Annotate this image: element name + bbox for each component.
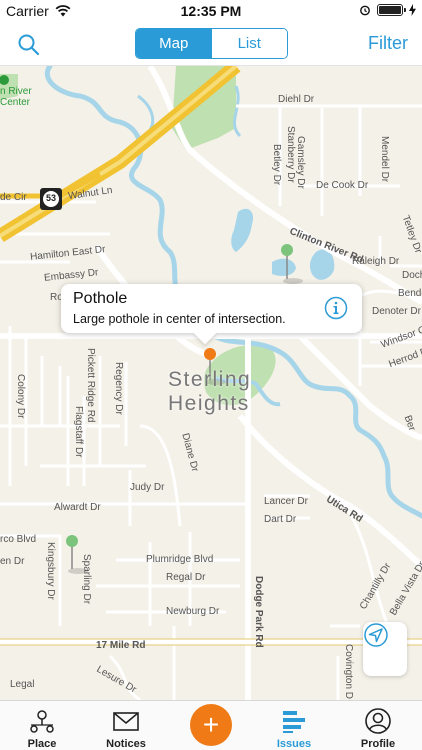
street-label: de Cir <box>0 192 27 203</box>
tab-label: Place <box>27 738 57 750</box>
alarm-icon <box>360 5 370 16</box>
street-label: Denoter Dr <box>372 306 421 317</box>
street-label: Gamsley Dr <box>295 136 306 189</box>
street-label: Lancer Dr <box>264 496 308 507</box>
callout-description: Large pothole in center of intersection. <box>73 312 286 326</box>
plus-icon: + <box>202 709 220 740</box>
location-arrow-icon <box>364 623 388 647</box>
lake <box>272 258 296 276</box>
lake <box>231 208 254 252</box>
lake <box>309 249 335 280</box>
street-label: Regency Dr <box>113 362 124 415</box>
tab-place[interactable]: Place <box>0 701 84 750</box>
search-button[interactable] <box>16 32 42 58</box>
street-label: Stanberry Dr <box>285 126 296 183</box>
issue-callout[interactable]: Pothole Large pothole in center of inter… <box>61 284 362 333</box>
street-label: Alwardt Dr <box>54 502 101 513</box>
locate-me-button[interactable] <box>363 622 407 676</box>
profile-icon <box>365 708 391 734</box>
issues-icon <box>283 711 305 733</box>
street-label: Diehl Dr <box>278 94 315 105</box>
street-label: Plumridge Blvd <box>146 554 214 565</box>
highway <box>0 66 241 242</box>
city-label: Sterling Heights <box>168 368 251 416</box>
view-segmented-control: Map List <box>135 28 288 59</box>
street-label: Pickett Ridge Rd <box>85 348 96 423</box>
street-label: Newburg Dr <box>166 606 220 617</box>
place-icon <box>30 710 54 733</box>
tab-map[interactable]: Map <box>136 29 212 58</box>
tab-notices[interactable]: Notices <box>84 701 168 750</box>
poi-label-line1: n River <box>0 86 32 97</box>
street-label: Regal Dr <box>166 572 206 583</box>
street-label: Mendel Dr <box>379 136 390 183</box>
legal-link[interactable]: Legal <box>10 679 34 690</box>
add-issue-button[interactable]: + <box>190 704 232 746</box>
city-label-line2: Heights <box>168 392 250 415</box>
filter-button[interactable]: Filter <box>368 33 408 54</box>
map-view[interactable]: n River Center 53 Sterling Heights Diehl… <box>0 66 422 700</box>
street-label: Dodge Park Rd <box>253 576 264 648</box>
street-label: Judy Dr <box>130 482 165 493</box>
street-label: en Dr <box>0 556 25 567</box>
street-label: Colony Dr <box>15 374 26 419</box>
street-label: 17 Mile Rd <box>96 640 146 651</box>
tab-issues[interactable]: Issues <box>252 701 336 750</box>
tab-label: Profile <box>360 738 396 750</box>
street-label: Kingsbury Dr <box>45 542 56 600</box>
tab-label: Notices <box>106 738 146 750</box>
poi-label-line2: Center <box>0 97 31 108</box>
callout-title: Pothole <box>73 290 128 307</box>
info-icon <box>324 296 348 320</box>
street-label: Betley Dr <box>271 144 282 186</box>
city-label-line1: Sterling <box>168 368 252 391</box>
tab-label: Issues <box>276 738 312 750</box>
route-shield-number: 53 <box>45 193 56 203</box>
street-label: Raleigh Dr <box>352 256 400 267</box>
battery-icon <box>377 4 406 16</box>
search-icon <box>18 34 40 56</box>
status-right <box>359 4 416 16</box>
street-label: Doch <box>402 270 422 281</box>
envelope-icon <box>113 712 139 731</box>
street-label: De Cook Dr <box>316 180 369 191</box>
poi-label: n River Center <box>0 86 32 108</box>
tab-profile[interactable]: Profile <box>336 701 420 750</box>
tab-list[interactable]: List <box>211 29 287 58</box>
street-label: Flagstaff Dr <box>73 406 84 458</box>
status-bar: Carrier 12:35 PM <box>0 0 422 22</box>
street-label: Dart Dr <box>264 514 297 525</box>
street-label: Sparling Dr <box>81 554 92 605</box>
street-label: Bende <box>398 288 422 299</box>
charging-icon <box>409 4 416 16</box>
tab-bar: Place Notices + Issues Profile <box>0 700 422 750</box>
info-button[interactable] <box>324 296 348 320</box>
street-label: rco Blvd <box>0 534 37 545</box>
street-label: Covington D <box>343 644 354 700</box>
nav-bar: Map List Filter <box>0 22 422 66</box>
